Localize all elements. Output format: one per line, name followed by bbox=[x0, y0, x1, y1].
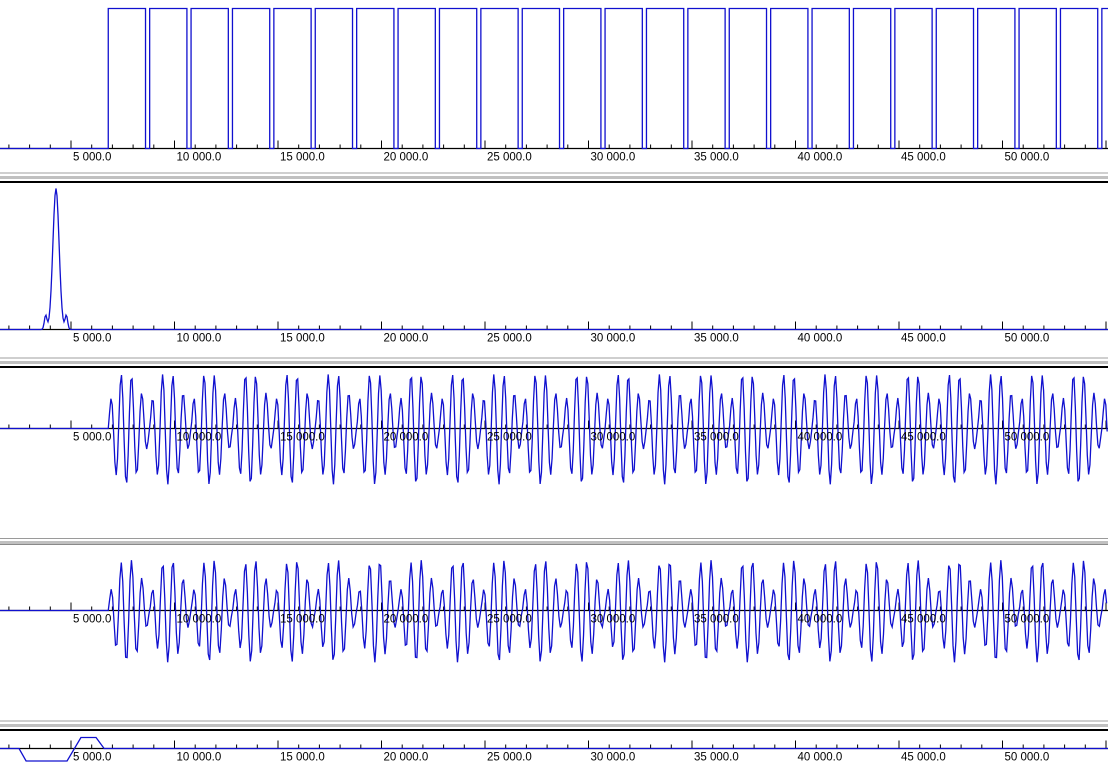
x-axis-tick-label: 10 000.0 bbox=[177, 752, 222, 764]
x-axis-tick-label: 50 000.0 bbox=[1005, 333, 1050, 345]
x-axis-tick-label: 20 000.0 bbox=[384, 152, 429, 164]
x-axis-tick-label: 50 000.0 bbox=[1005, 152, 1050, 164]
modulated-burst-b-trace bbox=[0, 560, 1108, 663]
x-axis-tick-label: 10 000.0 bbox=[177, 152, 222, 164]
digital-pulse-train-trace bbox=[0, 7, 1108, 150]
x-axis-tick-label: 15 000.0 bbox=[280, 333, 325, 345]
x-axis-tick-label: 35 000.0 bbox=[694, 614, 739, 626]
panel-spectrum-peak[interactable]: 5 000.0 10 000.0 15 000.0 20 000.0 25 000.0 3… bbox=[0, 183, 1108, 355]
x-axis-ticks bbox=[8, 140, 1107, 149]
x-axis-tick-label: 5 000.0 bbox=[73, 152, 111, 164]
x-axis-tick-label: 45 000.0 bbox=[901, 752, 946, 764]
x-axis-tick-label: 25 000.0 bbox=[487, 432, 532, 444]
x-axis-tick-label: 30 000.0 bbox=[591, 333, 636, 345]
x-axis-tick-label: 15 000.0 bbox=[280, 152, 325, 164]
splitter-3[interactable] bbox=[0, 538, 1108, 546]
x-axis-tick-label: 30 000.0 bbox=[591, 752, 636, 764]
x-axis-tick-label: 20 000.0 bbox=[384, 432, 429, 444]
x-axis-tick-label: 10 000.0 bbox=[177, 432, 222, 444]
panel-pulse-train[interactable]: 5 000.0 10 000.0 15 000.0 20 000.0 25 000.0 3… bbox=[0, 0, 1108, 170]
x-axis-tick-label: 15 000.0 bbox=[280, 432, 325, 444]
waveform-viewer: 5 000.0 10 000.0 15 000.0 20 000.0 25 000.0 3… bbox=[0, 0, 1108, 781]
x-axis-tick-label: 40 000.0 bbox=[798, 614, 843, 626]
x-axis-tick-label: 35 000.0 bbox=[694, 432, 739, 444]
x-axis-tick-label: 5 000.0 bbox=[73, 432, 111, 444]
x-axis-tick-label: 45 000.0 bbox=[901, 614, 946, 626]
x-axis-tick-label: 5 000.0 bbox=[73, 333, 111, 345]
modulated-burst-a-trace bbox=[0, 374, 1108, 485]
x-axis-tick-label: 25 000.0 bbox=[487, 152, 532, 164]
x-axis-tick-label: 15 000.0 bbox=[280, 752, 325, 764]
x-axis-tick-label: 5 000.0 bbox=[73, 614, 111, 626]
x-axis-tick-label: 35 000.0 bbox=[694, 152, 739, 164]
panel-modulated-burst-a[interactable]: 5 000.0 10 000.0 15 000.0 20 000.0 25 000.0 3… bbox=[0, 368, 1108, 538]
x-axis-tick-label: 30 000.0 bbox=[591, 614, 636, 626]
x-axis-tick-label: 35 000.0 bbox=[694, 333, 739, 345]
splitter-1[interactable] bbox=[0, 170, 1108, 183]
splitter-4[interactable] bbox=[0, 718, 1108, 731]
x-axis-tick-label: 40 000.0 bbox=[798, 152, 843, 164]
panel-baseband-trapezoid[interactable]: 5 000.0 10 000.0 15 000.0 20 000.0 25 000.0 3… bbox=[0, 731, 1108, 781]
x-axis-tick-label: 20 000.0 bbox=[384, 752, 429, 764]
x-axis-tick-label: 40 000.0 bbox=[798, 752, 843, 764]
x-axis-tick-label: 10 000.0 bbox=[177, 614, 222, 626]
x-axis-tick-label: 10 000.0 bbox=[177, 333, 222, 345]
x-axis-tick-label: 20 000.0 bbox=[384, 333, 429, 345]
x-axis-tick-label: 45 000.0 bbox=[901, 432, 946, 444]
x-axis-ticks bbox=[8, 321, 1107, 330]
x-axis-tick-label: 5 000.0 bbox=[73, 752, 111, 764]
x-axis-tick-label: 15 000.0 bbox=[280, 614, 325, 626]
x-axis-tick-label: 50 000.0 bbox=[1005, 752, 1050, 764]
x-axis-tick-label: 40 000.0 bbox=[798, 432, 843, 444]
narrow-spectrum-peak-trace bbox=[0, 188, 1108, 331]
x-axis-tick-label: 45 000.0 bbox=[901, 333, 946, 345]
x-axis-tick-label: 35 000.0 bbox=[694, 752, 739, 764]
x-axis-tick-label: 40 000.0 bbox=[798, 333, 843, 345]
x-axis-tick-label: 25 000.0 bbox=[487, 614, 532, 626]
x-axis-tick-label: 45 000.0 bbox=[901, 152, 946, 164]
x-axis-tick-label: 30 000.0 bbox=[591, 152, 636, 164]
x-axis-tick-label: 50 000.0 bbox=[1005, 432, 1050, 444]
x-axis-tick-label: 20 000.0 bbox=[384, 614, 429, 626]
x-axis-tick-label: 50 000.0 bbox=[1005, 614, 1050, 626]
x-axis-tick-label: 25 000.0 bbox=[487, 752, 532, 764]
x-axis-tick-label: 25 000.0 bbox=[487, 333, 532, 345]
splitter-2[interactable] bbox=[0, 355, 1108, 368]
panel-modulated-burst-b[interactable]: 5 000.0 10 000.0 15 000.0 20 000.0 25 000.0 3… bbox=[0, 546, 1108, 718]
x-axis-ticks bbox=[8, 740, 1107, 749]
x-axis-tick-label: 30 000.0 bbox=[591, 432, 636, 444]
